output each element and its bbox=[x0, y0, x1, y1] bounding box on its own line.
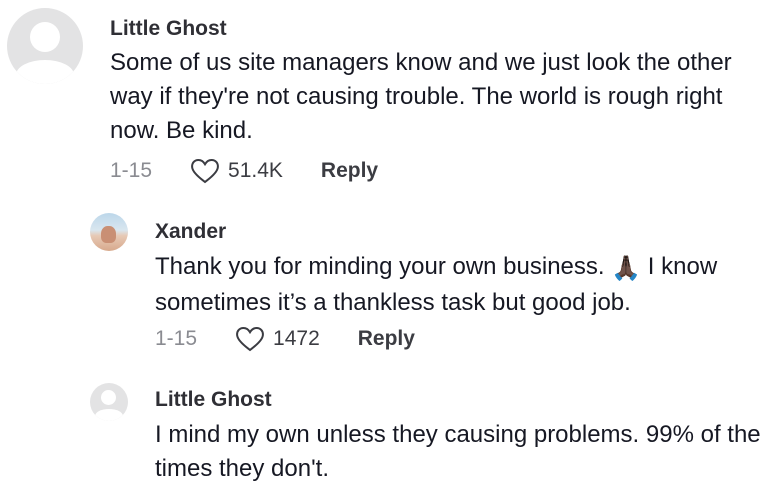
comment-username[interactable]: Little Ghost bbox=[155, 388, 272, 412]
avatar[interactable] bbox=[90, 383, 128, 421]
default-avatar-icon bbox=[101, 390, 116, 405]
comment-username[interactable]: Xander bbox=[155, 220, 226, 244]
comment-meta: 1-15 1472 Reply bbox=[155, 326, 415, 352]
praying-hands-emoji-icon: 🙏🏿 bbox=[611, 255, 642, 282]
default-avatar-icon bbox=[30, 22, 60, 52]
avatar[interactable] bbox=[7, 8, 83, 84]
comment-text-part: Thank you for minding your own business. bbox=[155, 253, 612, 280]
like-button[interactable]: 51.4K bbox=[190, 158, 283, 184]
comment-date: 1-15 bbox=[155, 327, 198, 350]
reply-button[interactable]: Reply bbox=[358, 327, 415, 351]
avatar[interactable] bbox=[90, 213, 128, 251]
comment-text: Some of us site managers know and we jus… bbox=[110, 49, 732, 144]
default-avatar-body bbox=[16, 60, 74, 84]
profile-photo bbox=[101, 226, 116, 243]
reply-button[interactable]: Reply bbox=[321, 159, 378, 183]
like-count: 51.4K bbox=[228, 159, 283, 182]
comment-text: Thank you for minding your own business.… bbox=[155, 250, 775, 320]
like-count: 1472 bbox=[273, 327, 320, 350]
comment-username[interactable]: Little Ghost bbox=[110, 17, 227, 41]
comment-meta: 1-15 51.4K Reply bbox=[110, 158, 378, 184]
comment-date: 1-15 bbox=[110, 159, 153, 182]
comment-text: I mind my own unless they causing proble… bbox=[155, 421, 761, 482]
like-button[interactable]: 1472 bbox=[235, 326, 320, 352]
heart-outline-icon bbox=[236, 326, 264, 352]
default-avatar-body bbox=[95, 409, 123, 421]
heart-outline-icon bbox=[191, 158, 219, 184]
